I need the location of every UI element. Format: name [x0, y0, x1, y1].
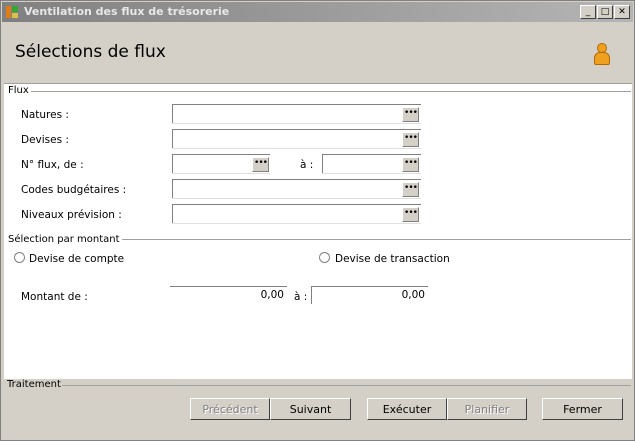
flux-divider — [30, 91, 631, 92]
close-button[interactable]: ✕ — [614, 5, 630, 19]
niveaux-label: Niveaux prévision : — [21, 209, 122, 221]
nflux-to-label: à : — [300, 159, 314, 171]
montant-to-label: à : — [294, 291, 308, 303]
natures-ellipsis-button[interactable]: ••• — [402, 107, 419, 122]
nflux-to-ellipsis-button[interactable]: ••• — [402, 157, 419, 172]
flux-group-label: Flux — [8, 85, 31, 96]
devise-transaction-radio[interactable] — [319, 252, 330, 263]
user-icon — [593, 43, 610, 65]
planifier-button[interactable]: Planifier — [447, 398, 527, 420]
precedent-button[interactable]: Précédent — [190, 398, 270, 420]
nflux-from-ellipsis-button[interactable]: ••• — [252, 157, 269, 172]
devises-ellipsis-button[interactable]: ••• — [402, 132, 419, 147]
main-window: Ventilation des flux de trésorerie _ □ ✕… — [0, 0, 635, 441]
montant-divider — [114, 239, 631, 240]
codes-ellipsis-button[interactable]: ••• — [402, 182, 419, 197]
app-icon — [6, 6, 18, 18]
selection-panel: Flux Natures : ••• Devises : ••• N° flux… — [4, 83, 632, 380]
traitement-group-label: Traitement — [7, 379, 61, 390]
montant-to-value: 0,00 — [401, 289, 425, 301]
header: Sélections de flux — [5, 23, 632, 83]
suivant-button[interactable]: Suivant — [270, 398, 351, 420]
nflux-to-field[interactable]: ••• — [322, 154, 421, 174]
montant-to-field[interactable]: 0,00 — [311, 286, 428, 304]
page-title: Sélections de flux — [15, 42, 166, 62]
window-title: Ventilation des flux de trésorerie — [24, 5, 230, 18]
devises-label: Devises : — [21, 134, 69, 146]
nflux-label: N° flux, de : — [21, 159, 84, 171]
devises-field[interactable]: ••• — [172, 129, 421, 149]
niveaux-field[interactable]: ••• — [172, 204, 421, 224]
maximize-button[interactable]: □ — [597, 5, 613, 19]
minimize-button[interactable]: _ — [580, 5, 596, 19]
codes-label: Codes budgétaires : — [21, 184, 127, 196]
traitement-divider — [62, 385, 631, 386]
montant-label: Montant de : — [21, 291, 88, 303]
montant-group-label: Sélection par montant — [8, 234, 122, 245]
title-bar[interactable]: Ventilation des flux de trésorerie _ □ ✕ — [2, 2, 633, 22]
montant-from-value: 0,00 — [260, 289, 284, 301]
niveaux-ellipsis-button[interactable]: ••• — [402, 207, 419, 222]
natures-field[interactable]: ••• — [172, 104, 421, 124]
devise-compte-radio[interactable] — [14, 252, 25, 263]
nflux-from-field[interactable]: ••• — [172, 154, 270, 174]
codes-field[interactable]: ••• — [172, 179, 421, 199]
executer-button[interactable]: Exécuter — [367, 398, 447, 420]
devise-compte-label[interactable]: Devise de compte — [29, 253, 124, 265]
natures-label: Natures : — [21, 109, 69, 121]
devise-transaction-label[interactable]: Devise de transaction — [335, 253, 450, 265]
montant-from-field[interactable]: 0,00 — [170, 286, 287, 304]
fermer-button[interactable]: Fermer — [542, 398, 623, 420]
